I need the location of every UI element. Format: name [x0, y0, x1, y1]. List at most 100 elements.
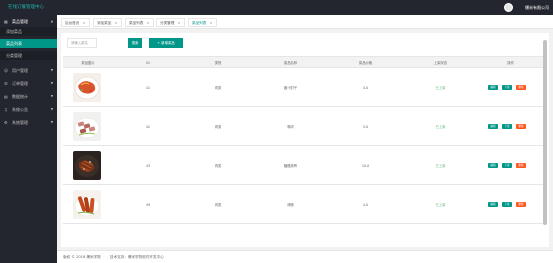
cell-id: 42: [145, 125, 151, 129]
tab-dish-list-active[interactable]: 菜品列表 ×: [188, 18, 217, 27]
status-badge: 已上架: [435, 164, 446, 168]
row-actions: 编辑 下架 删除: [488, 124, 528, 130]
close-icon[interactable]: ×: [83, 21, 86, 25]
sidebar-item-label: 菜品列表: [6, 41, 22, 46]
add-dish-button[interactable]: + 新增菜品: [149, 38, 183, 48]
status-badge: 已上架: [435, 86, 446, 90]
tab-dish-list[interactable]: 菜品列表 ×: [125, 18, 154, 27]
status-badge: 已上架: [435, 125, 446, 129]
cell-name: 糖醋排骨: [283, 164, 298, 168]
unpublish-button[interactable]: 下架: [502, 163, 512, 168]
top-bar: 在线订餐管理中心 爆米有限公司: [0, 0, 553, 15]
row-actions: 编辑 下架 删除: [488, 202, 528, 208]
order-icon: ☰: [4, 81, 8, 86]
table-row: 41 肉类 酱汁肘子 4.0 已上架 编辑 下架 删除: [63, 69, 543, 107]
avatar[interactable]: [504, 3, 513, 12]
dish-image: [73, 73, 101, 102]
column-header: 菜品图片: [81, 61, 95, 65]
sidebar-item-label: 系统公告: [12, 107, 28, 112]
table-row: 43 肉类 糖醋排骨 10.0 已上架 编辑 下架 删除: [63, 147, 543, 185]
close-icon[interactable]: ×: [210, 21, 213, 25]
sidebar: ▦ 菜品管理 ▲ 添加菜品 菜品列表 分类管理 ☺ 用户管理 ▼ ☰ 订单管理 …: [0, 15, 57, 263]
search-button[interactable]: 搜索: [128, 38, 142, 48]
tab-label: 菜品列表: [129, 21, 144, 25]
support-text: 技术支持：爆米学院软件开发中心: [109, 255, 164, 259]
close-icon[interactable]: ×: [147, 21, 150, 25]
main-content: 请输入菜名 搜索 + 新增菜品 菜品图片 ID 类别 菜品名称 菜品价格 上架状…: [61, 33, 549, 247]
search-input[interactable]: 请输入菜名: [67, 38, 97, 48]
sidebar-item-label: 分类管理: [6, 53, 22, 58]
dish-image: [73, 190, 101, 219]
sidebar-item-notice[interactable]: ♫ 系统公告 ▼: [0, 105, 57, 114]
sidebar-item-system[interactable]: ⚙ 系统管理 ▼: [0, 118, 57, 127]
tab-label: 后台首页: [65, 21, 80, 25]
table-row: 49 肉类 烤肠 4.0 已上架 编辑 下架 删除: [63, 186, 543, 224]
unpublish-button[interactable]: 下架: [502, 85, 512, 90]
status-badge: 已上架: [435, 203, 446, 207]
column-header: 菜品价格: [358, 61, 373, 65]
delete-button[interactable]: 删除: [516, 163, 526, 168]
grid-icon: ▦: [4, 19, 8, 24]
edit-button[interactable]: 编辑: [488, 85, 498, 90]
delete-button[interactable]: 删除: [516, 85, 526, 90]
chevron-up-icon: ▲: [50, 19, 53, 23]
sidebar-item-add-dish[interactable]: 添加菜品: [0, 27, 57, 36]
table-row: 42 肉类 鸭肉 5.0 已上架 编辑 下架 删除: [63, 108, 543, 146]
sidebar-item-stats[interactable]: ▤ 数据统计 ▼: [0, 92, 57, 101]
delete-button[interactable]: 删除: [516, 202, 526, 207]
edit-button[interactable]: 编辑: [488, 163, 498, 168]
footer: 版权 © 2018 爆米学院 技术支持：爆米学院软件开发中心: [57, 250, 553, 263]
cell-price: 5.0: [362, 125, 369, 129]
sidebar-item-category[interactable]: 分类管理: [0, 51, 57, 60]
sidebar-item-label: 数据统计: [12, 94, 28, 99]
sidebar-item-label: 系统管理: [12, 120, 28, 125]
user-name[interactable]: 爆米有限公司: [525, 5, 549, 11]
sidebar-item-dish-list[interactable]: 菜品列表: [0, 39, 57, 48]
sidebar-item-label: 订单管理: [12, 81, 28, 86]
unpublish-button[interactable]: 下架: [502, 202, 512, 207]
tab-label: 菜品列表: [192, 21, 207, 25]
cell-id: 49: [145, 203, 151, 207]
cell-price: 4.0: [362, 86, 369, 90]
user-icon: ☺: [4, 68, 9, 73]
cell-category: 肉类: [214, 203, 222, 207]
row-actions: 编辑 下架 删除: [488, 163, 528, 169]
sidebar-item-orders[interactable]: ☰ 订单管理 ▼: [0, 79, 57, 88]
chart-icon: ▤: [4, 94, 8, 99]
column-header: 上架状态: [433, 61, 448, 65]
bell-icon: ♫: [4, 107, 8, 112]
column-header: 操作: [507, 61, 514, 65]
tab-home[interactable]: 后台首页 ×: [61, 18, 90, 27]
table-header: 菜品图片 ID 类别 菜品名称 菜品价格 上架状态 操作: [63, 56, 543, 68]
chevron-down-icon: ▼: [50, 94, 53, 98]
sidebar-item-label: 用户管理: [12, 68, 28, 73]
close-icon[interactable]: ×: [115, 21, 118, 25]
tab-label: 添加菜品: [97, 21, 112, 25]
cell-id: 43: [145, 164, 151, 168]
edit-button[interactable]: 编辑: [488, 202, 498, 207]
sidebar-item-dish-management[interactable]: ▦ 菜品管理 ▲: [0, 17, 57, 26]
chevron-down-icon: ▼: [50, 107, 53, 111]
column-header: 类别: [214, 61, 222, 65]
close-icon[interactable]: ×: [178, 21, 181, 25]
gear-icon: ⚙: [4, 120, 8, 125]
cell-name: 鸭肉: [287, 125, 294, 129]
sidebar-item-users[interactable]: ☺ 用户管理 ▼: [0, 66, 57, 75]
cell-name: 酱汁肘子: [283, 86, 298, 90]
copyright-text: 版权 © 2018 爆米学院: [63, 255, 101, 259]
cell-category: 肉类: [214, 125, 222, 129]
tab-add-dish[interactable]: 添加菜品 ×: [93, 18, 122, 27]
unpublish-button[interactable]: 下架: [502, 124, 512, 129]
column-header: 菜品名称: [283, 61, 298, 65]
delete-button[interactable]: 删除: [516, 124, 526, 129]
column-header: ID: [146, 61, 150, 65]
cell-id: 41: [145, 86, 151, 90]
edit-button[interactable]: 编辑: [488, 124, 498, 129]
tab-category[interactable]: 分类管理 ×: [156, 18, 185, 27]
cell-category: 肉类: [214, 86, 222, 90]
chevron-down-icon: ▼: [50, 81, 53, 85]
chevron-down-icon: ▼: [50, 68, 53, 72]
scrollbar[interactable]: [543, 40, 547, 225]
tab-bar: 后台首页 × 添加菜品 × 菜品列表 × 分类管理 × 菜品列表 ×: [57, 15, 553, 29]
app-title: 在线订餐管理中心: [8, 5, 44, 10]
